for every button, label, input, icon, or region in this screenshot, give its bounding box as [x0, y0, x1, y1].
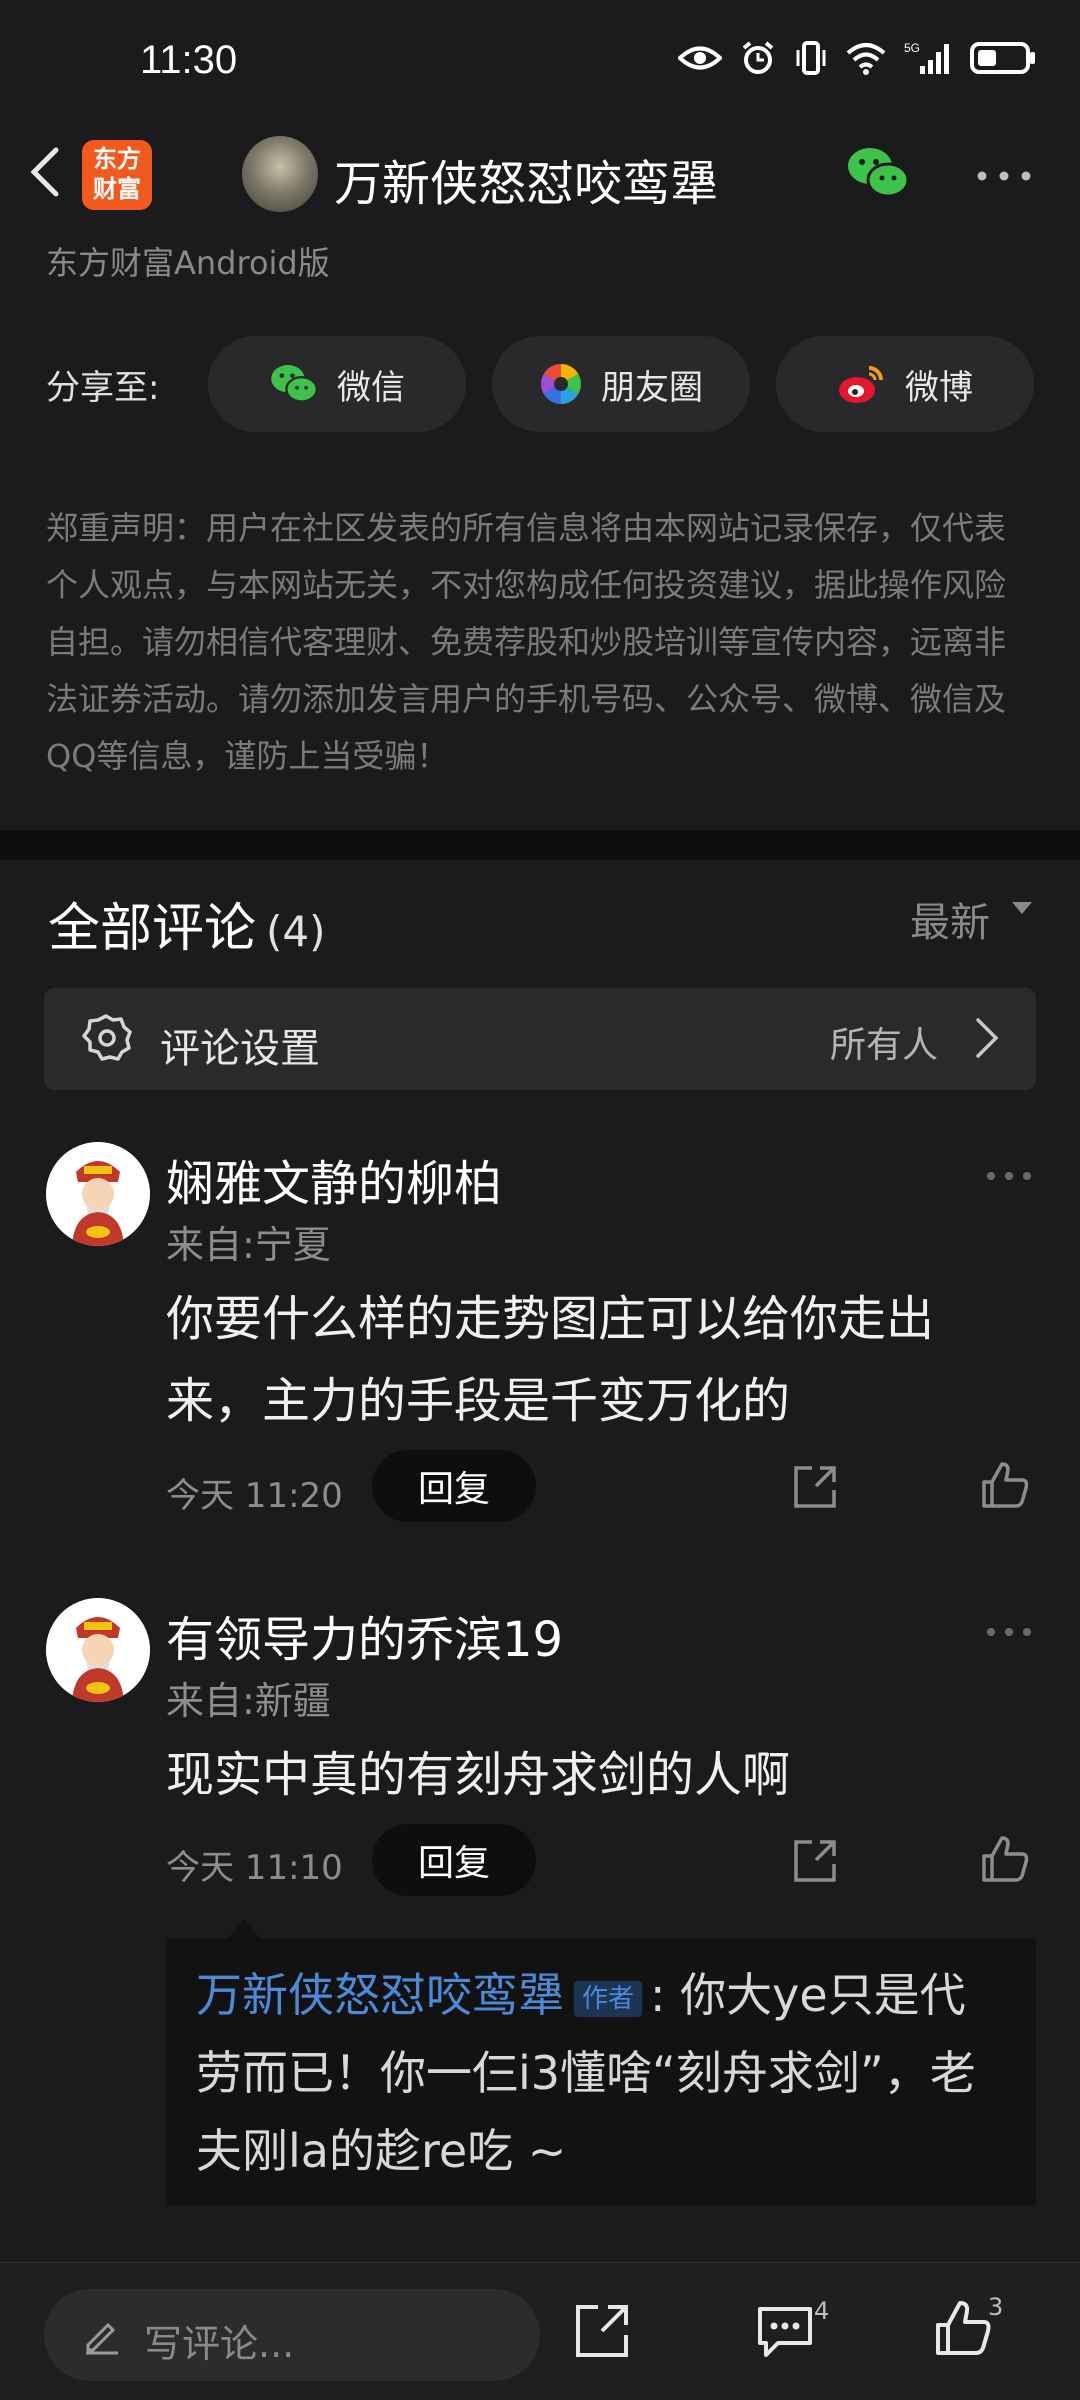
status-bar: 11:30 5G [0, 0, 1080, 130]
comment-settings-row[interactable]: 评论设置 所有人 [44, 988, 1036, 1090]
thumbs-up-icon[interactable] [932, 2297, 994, 2359]
reply-button[interactable]: 回复 [372, 1450, 536, 1522]
gear-icon [82, 1014, 132, 1061]
like-count-badge: 3 [988, 2293, 1004, 2321]
author-name-title[interactable]: 万新侠怒怼咬鸾犟 [334, 144, 718, 214]
comment-more-icon[interactable] [986, 1170, 1032, 1182]
caret-down-icon[interactable] [1012, 902, 1032, 914]
alarm-icon [742, 41, 774, 74]
author-reply-box[interactable]: 万新侠怒怼咬鸾犟 作者: 你大ye只是代劳而已！你一仨i3懂啥“刻舟求剑”，老夫刚… [166, 1938, 1036, 2206]
share-label: 分享至: [46, 368, 160, 408]
comment-location: 来自:宁夏 [166, 1223, 331, 1267]
share-weibo-label: 微博 [905, 367, 973, 408]
comment-more-icon[interactable] [986, 1626, 1032, 1638]
bottom-action-bar: 写评论... 4 3 [0, 2262, 1080, 2400]
more-options-icon[interactable] [976, 170, 1032, 182]
caishen-avatar-icon [46, 1598, 150, 1702]
comment-count-badge: 4 [814, 2297, 830, 2325]
chevron-right-icon [976, 1018, 999, 1058]
share-weibo-button[interactable]: 微博 [776, 336, 1034, 432]
write-comment-input[interactable]: 写评论... [44, 2289, 540, 2381]
reply-author-name[interactable]: 万新侠怒怼咬鸾犟 [196, 1968, 564, 2022]
share-moments-button[interactable]: 朋友圈 [492, 336, 750, 432]
back-arrow-icon[interactable] [18, 142, 78, 202]
comments-count: (4) [266, 907, 326, 956]
comment-username[interactable]: 娴雅文静的柳柏 [166, 1144, 502, 1214]
section-divider [0, 830, 1080, 860]
avatar[interactable] [46, 1142, 150, 1246]
reply-button[interactable]: 回复 [372, 1824, 536, 1896]
write-comment-placeholder: 写评论... [144, 2322, 295, 2366]
reply-pointer [228, 1920, 260, 1938]
comment-settings-value: 所有人 [830, 1025, 939, 1066]
comment-bubble-icon[interactable] [756, 2303, 814, 2359]
eye-icon [678, 46, 722, 70]
status-icons: 5G [678, 40, 1036, 76]
comment-username[interactable]: 有领导力的乔滨19 [166, 1600, 563, 1670]
post-source: 东方财富Android版 [46, 244, 330, 282]
vibrate-icon [796, 41, 826, 75]
thumbs-up-icon[interactable] [978, 1458, 1032, 1512]
author-avatar[interactable] [242, 136, 318, 212]
thumbs-up-icon[interactable] [978, 1832, 1032, 1886]
app-logo[interactable]: 东方 财富 [82, 140, 152, 210]
wifi-icon [846, 43, 886, 75]
share-wechat-button[interactable]: 微信 [208, 336, 466, 432]
moments-icon [541, 364, 581, 404]
comment-body[interactable]: 现实中真的有刻舟求剑的人啊 [166, 1734, 1026, 1816]
weibo-icon [839, 366, 883, 403]
comments-title-label: 全部评论 [48, 899, 257, 959]
comment-time: 今天 11:20 [166, 1476, 343, 1516]
share-moments-label: 朋友圈 [601, 367, 703, 408]
author-badge: 作者 [574, 1980, 643, 2017]
disclaimer-text: 郑重声明：用户在社区发表的所有信息将由本网站记录保存，仅代表个人观点，与本网站无… [46, 509, 1007, 775]
share-wechat-label: 微信 [337, 367, 405, 408]
logo-line-2: 财富 [93, 175, 141, 203]
top-nav-bar: 东方 财富 万新侠怒怼咬鸾犟 [0, 130, 1080, 240]
comment-body[interactable]: 你要什么样的走势图庄可以给你走出来，主力的手段是千变万化的 [166, 1278, 1026, 1442]
share-icon[interactable] [790, 1462, 840, 1512]
avatar[interactable] [46, 1598, 150, 1702]
comment-time: 今天 11:10 [166, 1848, 343, 1888]
sort-dropdown[interactable]: 最新 [910, 890, 990, 948]
share-icon[interactable] [790, 1836, 840, 1886]
logo-line-1: 东方 [93, 145, 141, 173]
wechat-icon [271, 365, 318, 403]
cell-signal-icon: 5G [904, 41, 949, 74]
status-time: 11:30 [140, 38, 238, 82]
caishen-avatar-icon [46, 1142, 150, 1246]
pencil-icon [86, 2322, 118, 2355]
share-icon[interactable] [572, 2301, 632, 2361]
comments-section-title: 全部评论 (4) [48, 886, 326, 961]
signal-label: 5G [904, 41, 920, 55]
wechat-icon[interactable] [846, 144, 910, 202]
comment-settings-label: 评论设置 [160, 1026, 320, 1072]
battery-icon [970, 42, 1035, 74]
comment-location: 来自:新疆 [166, 1679, 331, 1723]
